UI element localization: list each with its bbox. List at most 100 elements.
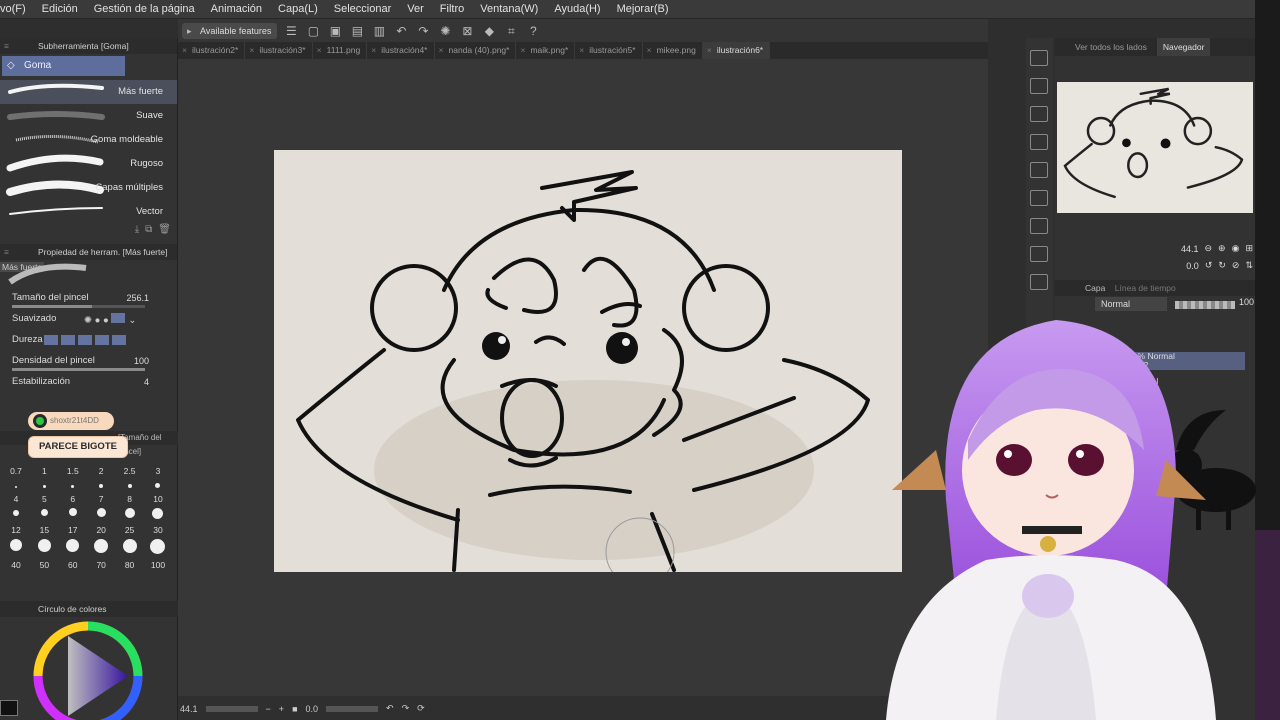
smoothing-options[interactable]: ✺ ● ● ⌄ <box>84 313 136 326</box>
size-option[interactable]: 6 <box>61 494 85 504</box>
export-icon[interactable]: ▥ <box>371 23 387 39</box>
density-value[interactable]: 100 <box>134 356 149 366</box>
panel-icon[interactable] <box>1030 106 1048 122</box>
zoom-in-icon[interactable]: + <box>279 704 284 714</box>
nav-fit-icon[interactable]: ◉ <box>1232 243 1240 254</box>
size-dot[interactable] <box>155 483 161 488</box>
tab-ilustracion4[interactable]: ilustración4* <box>367 42 435 59</box>
tab-maik[interactable]: maik.png* <box>516 42 576 59</box>
size-dot[interactable] <box>127 484 132 488</box>
size-dot[interactable] <box>68 508 77 516</box>
crop-icon[interactable]: ⌗ <box>503 23 519 39</box>
hardness-row[interactable]: Dureza <box>0 330 177 351</box>
size-dot[interactable] <box>124 508 135 518</box>
size-dot[interactable] <box>122 539 137 553</box>
available-features-button[interactable]: Available features <box>182 22 278 39</box>
stabilization-row[interactable]: Estabilización 4 <box>0 372 177 393</box>
brush-size-row[interactable]: Tamaño del pincel 256.1 <box>0 288 177 309</box>
panel-icon[interactable] <box>1030 50 1048 66</box>
size-dot[interactable] <box>10 539 22 551</box>
copy-icon[interactable]: ⧉ <box>145 224 152 238</box>
nav-mirror-icon[interactable]: ⇅ <box>1245 260 1253 271</box>
help-icon[interactable]: ? <box>525 23 541 39</box>
tab-ilustracion3[interactable]: ilustración3* <box>245 42 313 59</box>
menu-view[interactable]: Ver <box>399 3 432 15</box>
clear-icon[interactable]: ⊠ <box>459 23 475 39</box>
size-option[interactable]: 70 <box>89 560 113 570</box>
tab-nanda[interactable]: nanda (40).png* <box>435 42 517 59</box>
menu-file[interactable]: vo(F) <box>0 3 34 15</box>
size-dot[interactable] <box>99 484 104 488</box>
zoom-out-icon[interactable]: − <box>266 704 271 714</box>
save-icon[interactable]: ▤ <box>349 23 365 39</box>
fill-icon[interactable]: ◆ <box>481 23 497 39</box>
size-dot[interactable] <box>42 485 46 488</box>
size-option[interactable]: 3 <box>146 466 170 476</box>
brush-size-value[interactable]: 256.1 <box>126 293 149 303</box>
panel-icon[interactable] <box>1030 218 1048 234</box>
tab-ilustracion6[interactable]: ilustración6* <box>702 42 771 59</box>
main-color-swatch[interactable] <box>0 700 18 716</box>
size-option[interactable]: 2 <box>89 466 113 476</box>
redo-icon[interactable]: ↷ <box>415 23 431 39</box>
panel-icon[interactable] <box>1030 162 1048 178</box>
zoom-slider[interactable] <box>205 705 258 712</box>
panel-icon[interactable] <box>1030 78 1048 94</box>
navigator-thumbnail[interactable] <box>1057 82 1253 213</box>
size-dot[interactable] <box>152 508 164 519</box>
tab-navigator[interactable]: Navegador <box>1156 38 1211 56</box>
size-option[interactable]: 5 <box>32 494 56 504</box>
size-option[interactable]: 100 <box>146 560 170 570</box>
size-dot[interactable] <box>94 539 109 553</box>
size-option[interactable]: 80 <box>118 560 142 570</box>
drawing-canvas[interactable] <box>274 150 902 572</box>
menu-filter[interactable]: Filtro <box>432 3 472 15</box>
tab-1111[interactable]: 1111.png <box>313 42 368 59</box>
smoothing-row[interactable]: Suavizado ✺ ● ● ⌄ <box>0 309 177 330</box>
size-dot[interactable] <box>96 508 106 517</box>
size-option[interactable]: 12 <box>4 525 28 535</box>
size-option[interactable]: 4 <box>4 494 28 504</box>
brush-item-rugoso[interactable]: Rugoso <box>0 152 177 176</box>
nav-rotate-left-icon[interactable]: ↺ <box>1205 260 1213 271</box>
undo-icon[interactable]: ↶ <box>393 23 409 39</box>
tab-ilustracion5[interactable]: ilustración5* <box>575 42 643 59</box>
panel-icon[interactable] <box>1030 246 1048 262</box>
brush-item-capas-multiples[interactable]: Capas múltiples <box>0 176 177 200</box>
rotate-left-icon[interactable]: ↶ <box>386 703 394 714</box>
nav-zoom-value[interactable]: 44.1 <box>1181 244 1199 254</box>
gear-icon[interactable]: ✺ <box>437 23 453 39</box>
size-dot[interactable] <box>66 539 80 552</box>
reset-icon[interactable]: ⟳ <box>417 703 425 714</box>
size-option[interactable]: 20 <box>89 525 113 535</box>
size-option[interactable]: 15 <box>32 525 56 535</box>
nav-rotate-right-icon[interactable]: ↻ <box>1218 260 1226 271</box>
hardness-selector[interactable] <box>44 335 129 348</box>
menu-animation[interactable]: Animación <box>203 3 270 15</box>
brush-item-goma-moldeable[interactable]: Goma moldeable <box>0 128 177 152</box>
eraser-group[interactable]: ◇ Goma <box>2 56 125 76</box>
size-dot[interactable] <box>150 539 166 554</box>
size-dot[interactable] <box>71 485 75 488</box>
download-icon[interactable]: ⤓ <box>135 224 139 238</box>
panel-icon[interactable] <box>1030 190 1048 206</box>
nav-zoom-out-icon[interactable]: ⊖ <box>1205 243 1213 254</box>
menu-improve[interactable]: Mejorar(B) <box>609 3 677 15</box>
tab-mikee[interactable]: mikee.png <box>643 42 703 59</box>
brush-item-suave[interactable]: Suave <box>0 104 177 128</box>
zoom-value[interactable]: 44.1 <box>180 704 198 714</box>
size-dot[interactable] <box>15 486 17 488</box>
canvas-area[interactable] <box>178 59 988 696</box>
color-wheel[interactable] <box>30 618 148 720</box>
size-option[interactable]: 60 <box>61 560 85 570</box>
size-option[interactable]: 8 <box>118 494 142 504</box>
size-option[interactable]: 2.5 <box>118 466 142 476</box>
open-icon[interactable]: ▣ <box>327 23 343 39</box>
size-dot[interactable] <box>13 510 19 516</box>
size-option[interactable]: 7 <box>89 494 113 504</box>
brush-size-slider[interactable] <box>12 305 145 308</box>
tab-layer[interactable]: Capa <box>1085 283 1105 293</box>
rotation-slider[interactable] <box>326 705 379 712</box>
size-option[interactable]: 17 <box>61 525 85 535</box>
menu-window[interactable]: Ventana(W) <box>472 3 546 15</box>
